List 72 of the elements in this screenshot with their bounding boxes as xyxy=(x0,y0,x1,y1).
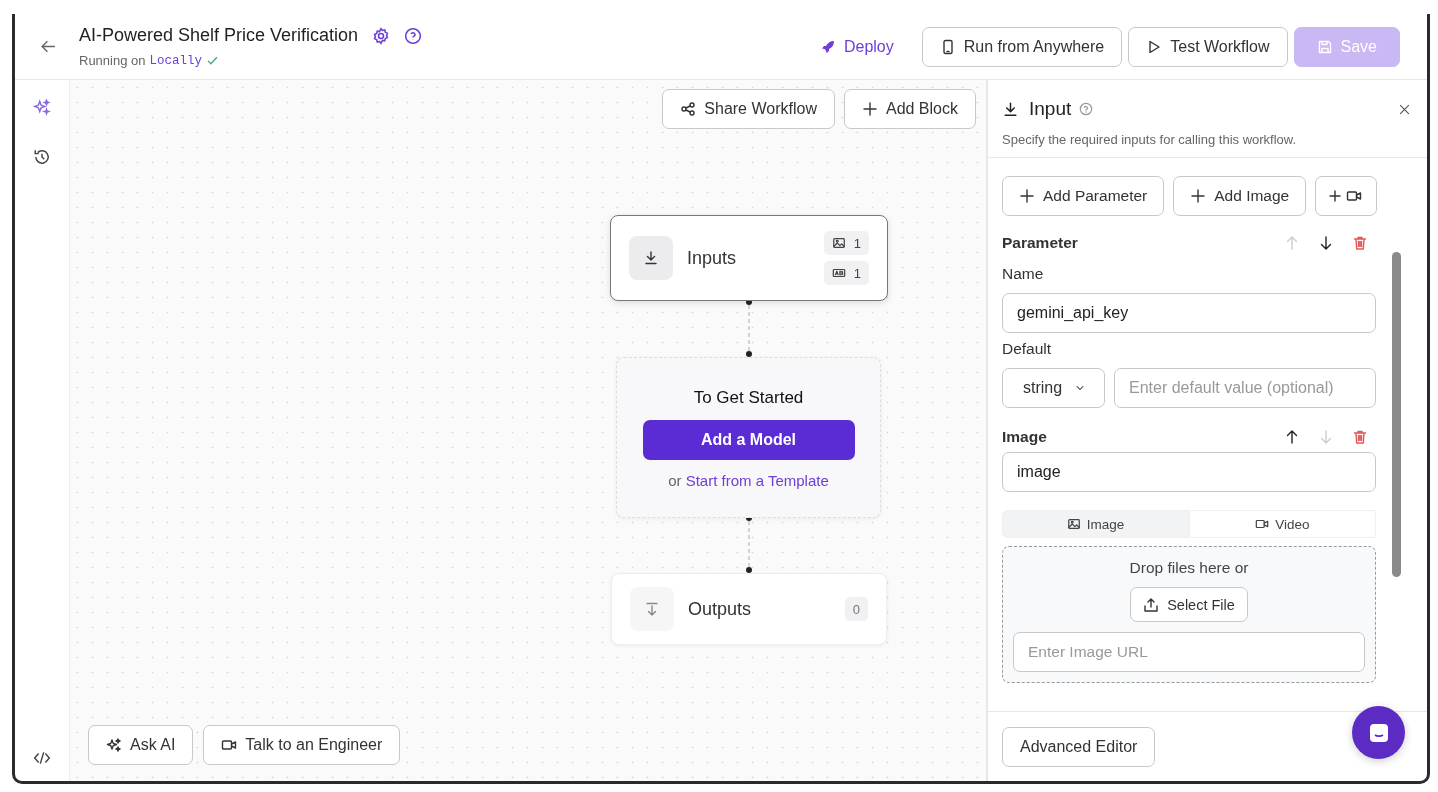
add-block-button[interactable]: Add Block xyxy=(843,89,976,129)
help-icon[interactable] xyxy=(1079,102,1094,116)
back-arrow-icon[interactable] xyxy=(40,38,57,55)
delete-icon[interactable] xyxy=(1352,235,1368,251)
name-field[interactable]: image xyxy=(1002,452,1376,492)
history-icon[interactable] xyxy=(33,148,51,166)
add-model-button[interactable]: Add a Model xyxy=(642,420,855,460)
rocket-icon xyxy=(819,38,836,55)
node-title: Outputs xyxy=(688,598,752,620)
node-title: Inputs xyxy=(687,247,737,269)
share-icon xyxy=(680,101,697,117)
output-icon xyxy=(630,587,674,631)
video-icon xyxy=(221,737,238,753)
plus-icon xyxy=(861,101,878,117)
running-label: Running on xyxy=(79,53,146,68)
check-icon xyxy=(206,54,219,67)
connector-line xyxy=(745,515,753,573)
text-field-icon xyxy=(831,266,846,280)
outputs-node[interactable]: Outputs 0 xyxy=(611,573,887,645)
help-icon[interactable] xyxy=(404,26,423,45)
share-button[interactable]: Share Workflow xyxy=(662,89,835,129)
talk-engineer-button[interactable]: Talk to an Engineer xyxy=(203,725,401,765)
deploy-button[interactable]: Deploy xyxy=(819,37,894,56)
close-icon[interactable] xyxy=(1398,102,1411,116)
test-button[interactable]: Test Workflow xyxy=(1128,26,1288,67)
move-down-icon[interactable] xyxy=(1318,235,1334,251)
sparkle-icon xyxy=(106,737,122,753)
media-tab[interactable]: Image xyxy=(1002,510,1189,538)
add-button[interactable]: Add Parameter xyxy=(1002,176,1165,216)
template-link[interactable]: Start from a Template xyxy=(685,472,829,489)
inputs-node[interactable]: Inputs 1 1 xyxy=(610,215,888,301)
media-tab[interactable]: Video xyxy=(1189,510,1376,538)
count-badge: 1 xyxy=(823,261,869,285)
panel-title: Input xyxy=(1029,98,1072,120)
plus-icon xyxy=(1019,188,1035,204)
workflow-title: AI-Powered Shelf Price Verification xyxy=(79,25,359,46)
panel-description: Specify the required inputs for calling this workflow. xyxy=(1002,132,1298,147)
advanced-editor-button[interactable]: Advanced Editor xyxy=(1002,726,1156,767)
or-label: or xyxy=(668,472,682,489)
sparkle-icon[interactable] xyxy=(33,98,51,116)
runtime-name: Locally xyxy=(149,53,202,68)
name-field[interactable]: gemini_api_key xyxy=(1002,293,1376,333)
video-icon xyxy=(1255,517,1270,531)
ask-ai-button[interactable]: Ask AI xyxy=(88,725,194,765)
move-up-icon[interactable] xyxy=(1284,429,1300,445)
add-video-button[interactable] xyxy=(1315,176,1378,216)
count-badge: 0 xyxy=(844,597,868,621)
drop-zone[interactable]: Drop files here or Select File Enter Image URL xyxy=(1002,546,1376,683)
connector-line xyxy=(745,299,753,357)
type-dropdown[interactable]: string xyxy=(1002,368,1105,408)
image-icon xyxy=(1066,517,1081,531)
default-value-field[interactable]: Enter default value (optional) xyxy=(1114,368,1376,408)
image-url-field[interactable]: Enter Image URL xyxy=(1013,632,1365,672)
section-heading: Image xyxy=(1002,428,1047,446)
count-badge: 1 xyxy=(823,231,869,255)
run-button[interactable]: Run from Anywhere xyxy=(921,26,1123,67)
chat-launcher-button[interactable] xyxy=(1352,706,1405,759)
drop-hint: Drop files here or xyxy=(1129,559,1249,577)
field-label: Default xyxy=(1002,340,1053,358)
plus-icon xyxy=(1190,188,1207,204)
download-icon xyxy=(629,236,673,280)
card-title: To Get Started xyxy=(693,388,804,408)
settings-icon[interactable] xyxy=(372,26,391,45)
section-heading: Parameter xyxy=(1002,234,1078,252)
download-icon xyxy=(1002,100,1019,118)
delete-icon[interactable] xyxy=(1352,429,1368,445)
code-icon[interactable] xyxy=(33,749,51,767)
add-button[interactable]: Add Image xyxy=(1173,176,1307,216)
upload-icon xyxy=(1143,596,1160,613)
select-file-button[interactable]: Select File xyxy=(1130,587,1248,622)
image-icon xyxy=(831,236,846,250)
field-label: Name xyxy=(1002,265,1045,283)
